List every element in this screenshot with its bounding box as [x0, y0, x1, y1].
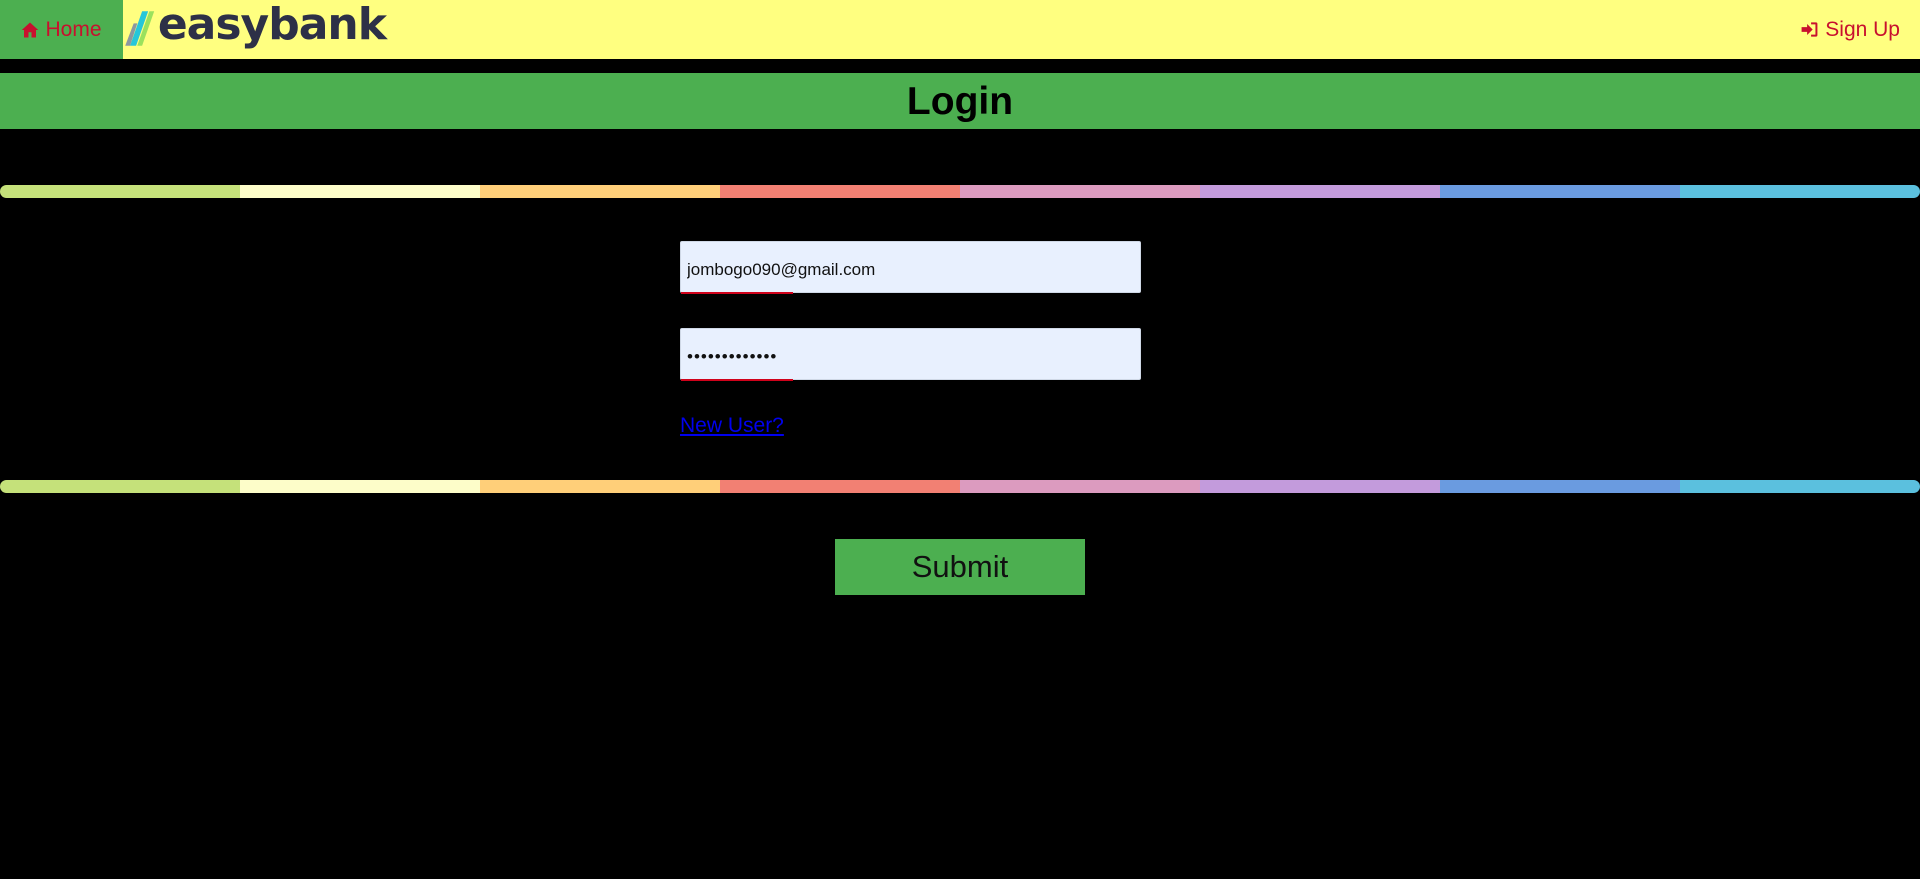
page-title: Login	[906, 79, 1014, 123]
sign-up-label: Sign Up	[1825, 17, 1900, 41]
logo-text: easybank	[157, 0, 387, 50]
password-field[interactable]	[680, 328, 1141, 380]
submit-button[interactable]: Submit	[835, 539, 1085, 595]
rainbow-segment	[480, 185, 720, 198]
rainbow-segment	[240, 480, 480, 493]
top-nav: Home easybank Sign Up	[0, 0, 1920, 59]
rainbow-segment	[960, 185, 1200, 198]
rainbow-segment	[720, 480, 960, 493]
home-button[interactable]: Home	[0, 0, 123, 59]
rainbow-segment	[1200, 185, 1440, 198]
rainbow-segment	[0, 185, 240, 198]
new-user-link[interactable]: New User?	[680, 414, 784, 438]
home-label: Home	[45, 17, 102, 41]
rainbow-segment	[1200, 480, 1440, 493]
rainbow-segment	[1680, 480, 1920, 493]
rainbow-segment	[1680, 185, 1920, 198]
sign-up-button[interactable]: Sign Up	[1800, 0, 1900, 59]
email-field[interactable]	[680, 241, 1141, 293]
rainbow-segment	[1440, 480, 1680, 493]
rainbow-segment	[1440, 185, 1680, 198]
rainbow-segment	[240, 185, 480, 198]
home-icon	[22, 22, 39, 37]
rainbow-segment	[480, 480, 720, 493]
rainbow-segment	[0, 480, 240, 493]
email-field-underline	[681, 292, 793, 294]
title-bar: Login	[0, 73, 1920, 129]
password-field-underline	[681, 379, 793, 381]
rainbow-divider-bottom	[0, 480, 1920, 493]
rainbow-segment	[720, 185, 960, 198]
sign-in-icon	[1801, 22, 1818, 37]
logo: easybank	[124, 0, 387, 57]
rainbow-segment	[960, 480, 1200, 493]
rainbow-divider-top	[0, 185, 1920, 198]
logo-stripes	[125, 11, 155, 46]
